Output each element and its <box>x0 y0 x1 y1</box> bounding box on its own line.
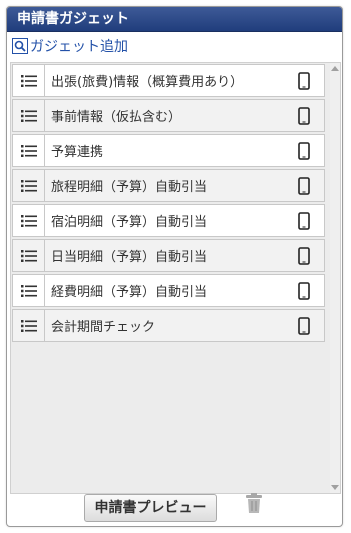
smartphone-icon[interactable] <box>294 211 314 231</box>
smartphone-icon[interactable] <box>294 106 314 126</box>
gadget-list-item[interactable]: 出張(旅費)情報（概算費用あり） <box>12 64 325 97</box>
smartphone-icon[interactable] <box>294 176 314 196</box>
gadget-panel: 申請書ガジェット ガジェット追加 出張(旅費)情報（概算費用あり） 事前情報（仮払… <box>6 6 343 527</box>
drag-handle-icon[interactable] <box>13 205 45 236</box>
smartphone-icon[interactable] <box>294 141 314 161</box>
drag-handle-icon[interactable] <box>13 275 45 306</box>
drag-handle-icon[interactable] <box>13 65 45 96</box>
gadget-item-label: 事前情報（仮払含む） <box>51 110 182 125</box>
gadget-list-item[interactable]: 事前情報（仮払含む） <box>12 99 325 132</box>
gadget-item-label: 宿泊明細（予算）自動引当 <box>51 215 208 230</box>
smartphone-icon[interactable] <box>294 316 314 336</box>
gadget-list-item[interactable]: 会計期間チェック <box>12 309 325 342</box>
magnifier-icon <box>12 38 28 54</box>
gadget-item-label: 経費明細（予算）自動引当 <box>51 285 208 300</box>
trash-icon[interactable] <box>244 492 264 514</box>
gadget-item-label: 予算連携 <box>51 145 104 160</box>
panel-title: 申請書ガジェット <box>7 7 342 32</box>
gadget-list-item[interactable]: 旅程明細（予算）自動引当 <box>12 169 325 202</box>
scrollbar[interactable] <box>330 63 340 493</box>
add-gadget-link[interactable]: ガジェット追加 <box>12 36 128 56</box>
smartphone-icon[interactable] <box>294 71 314 91</box>
scroll-down-arrow-icon[interactable] <box>331 485 339 490</box>
drag-handle-icon[interactable] <box>13 170 45 201</box>
drag-handle-icon[interactable] <box>13 135 45 166</box>
drag-handle-icon[interactable] <box>13 310 45 341</box>
gadget-item-label: 会計期間チェック <box>51 320 156 335</box>
gadget-list-item[interactable]: 宿泊明細（予算）自動引当 <box>12 204 325 237</box>
gadget-list-item[interactable]: 予算連携 <box>12 134 325 167</box>
preview-button[interactable]: 申請書プレビュー <box>84 494 217 522</box>
drag-handle-icon[interactable] <box>13 240 45 271</box>
gadget-item-label: 日当明細（予算）自動引当 <box>51 250 208 265</box>
add-gadget-label: ガジェット追加 <box>30 39 128 55</box>
gadget-list-item[interactable]: 経費明細（予算）自動引当 <box>12 274 325 307</box>
gadget-items: 出張(旅費)情報（概算費用あり） 事前情報（仮払含む） 予算連携旅程明細（予算）自動… <box>12 64 325 344</box>
smartphone-icon[interactable] <box>294 281 314 301</box>
gadget-list[interactable]: 出張(旅費)情報（概算費用あり） 事前情報（仮払含む） 予算連携旅程明細（予算）自動… <box>10 62 341 494</box>
gadget-item-label: 旅程明細（予算）自動引当 <box>51 180 208 195</box>
gadget-list-item[interactable]: 日当明細（予算）自動引当 <box>12 239 325 272</box>
scroll-up-arrow-icon[interactable] <box>331 66 339 71</box>
drag-handle-icon[interactable] <box>13 100 45 131</box>
gadget-item-label: 出張(旅費)情報（概算費用あり） <box>51 75 244 90</box>
smartphone-icon[interactable] <box>294 246 314 266</box>
